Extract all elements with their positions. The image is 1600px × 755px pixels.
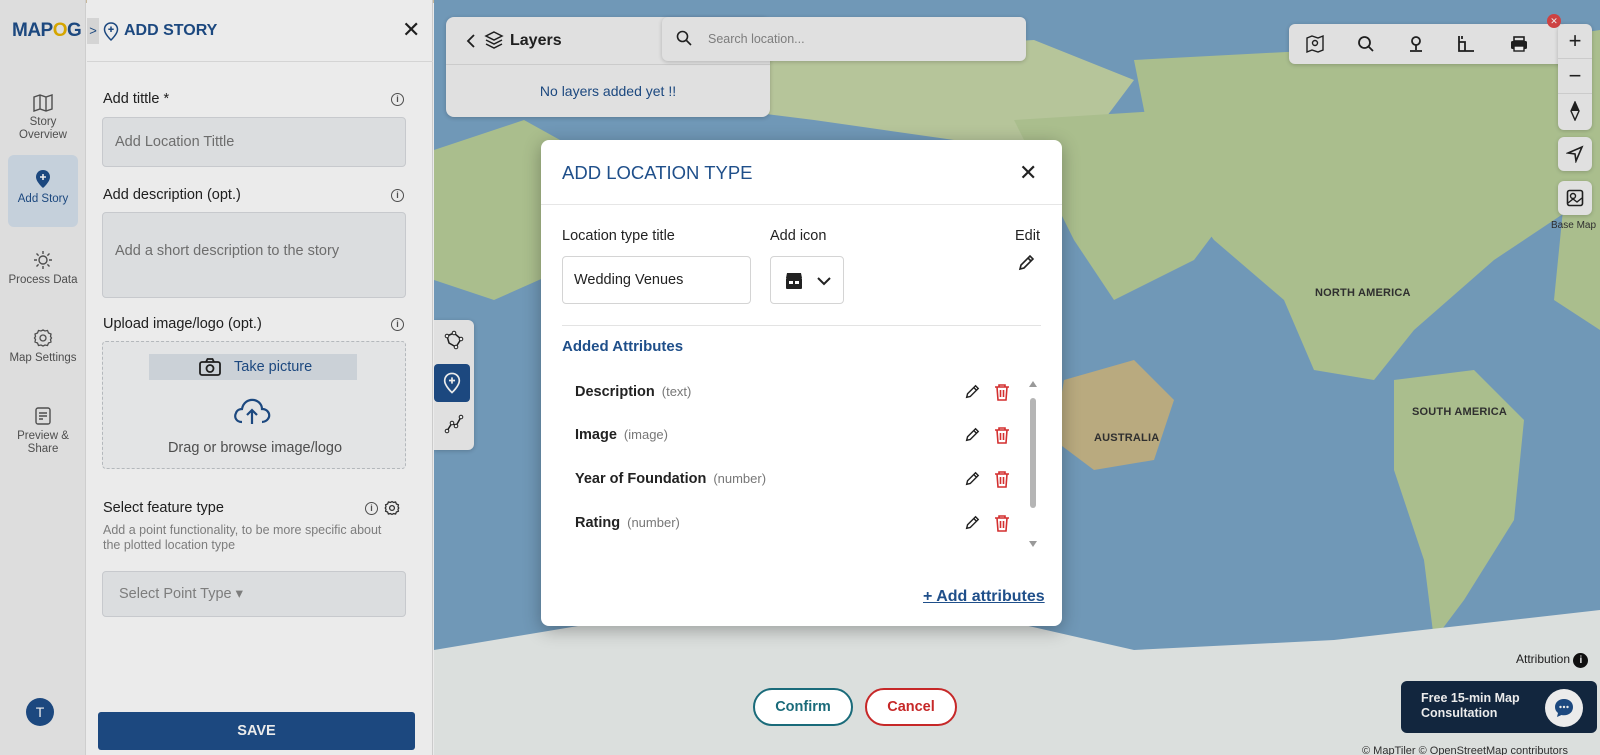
close-modal-button[interactable]: ✕ — [1019, 160, 1037, 186]
attribute-row: Rating (number) — [575, 514, 1015, 534]
edit-pencil-icon[interactable] — [964, 427, 980, 443]
attribute-row: Description (text) — [575, 383, 1015, 403]
delete-trash-icon[interactable] — [994, 383, 1010, 401]
attribute-name: Image — [575, 427, 617, 443]
pencil-icon[interactable] — [1017, 254, 1035, 272]
attribute-row: Year of Foundation (number) — [575, 470, 1015, 490]
add-location-type-modal: ADD LOCATION TYPE ✕ Location type title … — [541, 140, 1062, 626]
attribute-name: Rating — [575, 515, 621, 531]
attributes-scrollbar[interactable] — [1028, 380, 1038, 550]
chevron-down-icon — [817, 277, 831, 286]
add-icon-label: Add icon — [770, 228, 827, 244]
modal-divider — [562, 325, 1041, 326]
delete-trash-icon[interactable] — [994, 470, 1010, 488]
delete-trash-icon[interactable] — [994, 426, 1010, 444]
attribute-type: (number) — [713, 471, 767, 486]
attribute-row: Image (image) — [575, 426, 1015, 446]
edit-pencil-icon[interactable] — [964, 471, 980, 487]
icon-select[interactable] — [770, 256, 844, 304]
attribute-type: (image) — [623, 427, 668, 442]
attribute-name: Description — [575, 384, 655, 400]
store-icon — [786, 273, 802, 289]
edit-pencil-icon[interactable] — [964, 384, 980, 400]
scroll-down-icon[interactable] — [1028, 540, 1038, 548]
location-type-title-input[interactable]: Wedding Venues — [562, 256, 751, 304]
attribute-name: Year of Foundation — [575, 471, 707, 487]
add-attributes-link[interactable]: + Add attributes — [923, 588, 1045, 606]
scroll-up-icon[interactable] — [1028, 380, 1038, 388]
attribute-type: (number) — [627, 515, 680, 530]
attribute-type: (text) — [661, 384, 692, 399]
modal-header: ADD LOCATION TYPE ✕ — [541, 140, 1062, 205]
location-type-title-label: Location type title — [562, 228, 675, 244]
edit-label: Edit — [1015, 228, 1040, 244]
delete-trash-icon[interactable] — [994, 514, 1010, 532]
edit-pencil-icon[interactable] — [964, 515, 980, 531]
cancel-button[interactable]: Cancel — [865, 688, 957, 726]
scroll-thumb[interactable] — [1030, 398, 1036, 508]
modal-title: ADD LOCATION TYPE — [562, 162, 753, 183]
confirm-button[interactable]: Confirm — [753, 688, 853, 726]
added-attributes-heading: Added Attributes — [562, 338, 684, 355]
